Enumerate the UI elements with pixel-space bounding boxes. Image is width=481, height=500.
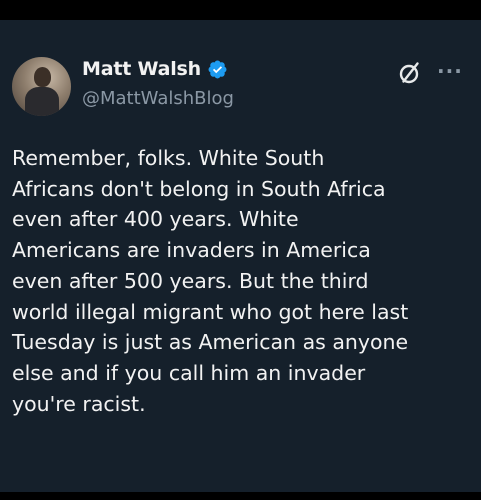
tweet-text-line: Tuesday is just as American as anyone <box>12 330 409 355</box>
more-options-icon[interactable]: ··· <box>437 61 463 81</box>
avatar-head-shape <box>34 67 51 87</box>
tweet-text-line: else and if you call him an invader <box>12 360 366 385</box>
tweet-text-line: even after 500 years. But the third <box>12 268 369 293</box>
tweet-text-line: Remember, folks. White South <box>12 146 325 170</box>
author-handle[interactable]: @MattWalshBlog <box>82 88 234 109</box>
tweet-card: Matt Walsh @MattWalshBlog ··· Remember, … <box>0 20 481 492</box>
author-display-name[interactable]: Matt Walsh <box>82 58 201 80</box>
author-avatar[interactable] <box>12 57 71 116</box>
tweet-text-line: even after 400 years. White <box>12 207 299 232</box>
tweet-text-line: world illegal migrant who got here last <box>12 299 409 324</box>
tweet-text: Remember, folks. White South Africans do… <box>12 143 470 419</box>
tweet-text-line: Africans don't belong in South Africa <box>12 176 386 201</box>
verified-badge-icon <box>208 60 227 78</box>
author-name-row[interactable]: Matt Walsh <box>82 57 228 81</box>
tweet-text-line: you're racist. <box>12 391 146 416</box>
avatar-body-shape <box>25 87 59 116</box>
tweet-text-line: Americans are invaders in America <box>12 238 371 263</box>
grok-icon[interactable] <box>398 60 422 86</box>
